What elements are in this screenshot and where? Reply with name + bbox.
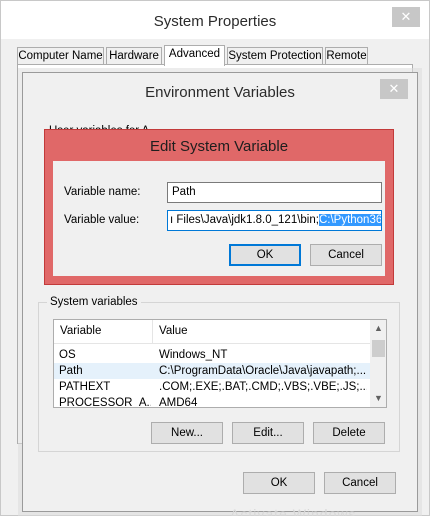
variable-name-value: Path [172,186,196,198]
system-variables-list[interactable]: Variable Value OS Windows_NT Path C:\Pro… [53,319,387,408]
ok-button[interactable]: OK [243,472,315,494]
cancel-button[interactable]: Cancel [310,244,382,266]
scroll-thumb[interactable] [372,340,385,357]
row-value: C:\ProgramData\Oracle\Java\javapath;... [159,365,367,377]
new-button[interactable]: New... [151,422,223,444]
cancel-button[interactable]: Cancel [324,472,396,494]
system-variables-label: System variables [47,296,141,308]
column-header-variable[interactable]: Variable [60,325,101,337]
row-variable: PATHEXT [59,381,111,393]
system-properties-titlebar[interactable]: System Properties ✕ [1,1,429,39]
close-icon[interactable]: ✕ [380,79,408,99]
list-header: Variable Value [54,320,370,344]
scroll-down-icon[interactable]: ▼ [370,390,386,407]
vertical-scrollbar[interactable]: ▲ ▼ [370,320,386,407]
tab-advanced[interactable]: Advanced [164,45,225,66]
row-value: Windows_NT [159,349,228,361]
system-properties-title: System Properties [153,13,277,30]
row-variable: PROCESSOR_A... [59,397,151,408]
variable-name-field[interactable]: Path [167,182,382,203]
table-row-selected[interactable]: Path C:\ProgramData\Oracle\Java\javapath… [54,363,370,379]
table-row[interactable]: PATHEXT .COM;.EXE;.BAT;.CMD;.VBS;.VBE;.J… [54,379,370,395]
environment-variables-titlebar[interactable]: Environment Variables ✕ [23,73,417,109]
table-row[interactable]: OS Windows_NT [54,347,370,363]
delete-button[interactable]: Delete [313,422,385,444]
column-header-value[interactable]: Value [159,325,188,337]
row-value: .COM;.EXE;.BAT;.CMD;.VBS;.VBE;.JS;.... [159,381,367,393]
variable-value-selection: C:\Python36 [318,214,382,226]
scroll-up-icon[interactable]: ▲ [370,320,386,337]
close-icon[interactable]: ✕ [392,7,420,27]
environment-variables-title: Environment Variables [145,84,295,101]
row-variable: OS [59,349,76,361]
row-value: AMD64 [159,397,198,408]
table-row[interactable]: PROCESSOR_A... AMD64 [54,395,370,408]
variable-value-text: ı Files\Java\jdk1.8.0_121\bin; [170,214,319,226]
edit-dialog-body: Variable name: Path Variable value: ı Fi… [53,161,385,276]
variable-name-label: Variable name: [64,186,141,198]
activation-watermark: Activate Windows [230,506,357,516]
row-variable: Path [59,365,83,377]
column-separator[interactable] [152,320,153,344]
variable-value-label: Variable value: [64,214,140,226]
edit-button[interactable]: Edit... [232,422,304,444]
variable-value-field[interactable]: ı Files\Java\jdk1.8.0_121\bin;C:\Python3… [167,210,382,231]
edit-dialog-title: Edit System Variable [149,138,289,155]
ok-button[interactable]: OK [229,244,301,266]
edit-system-variable-dialog: Edit System Variable Variable name: Path… [44,129,394,285]
